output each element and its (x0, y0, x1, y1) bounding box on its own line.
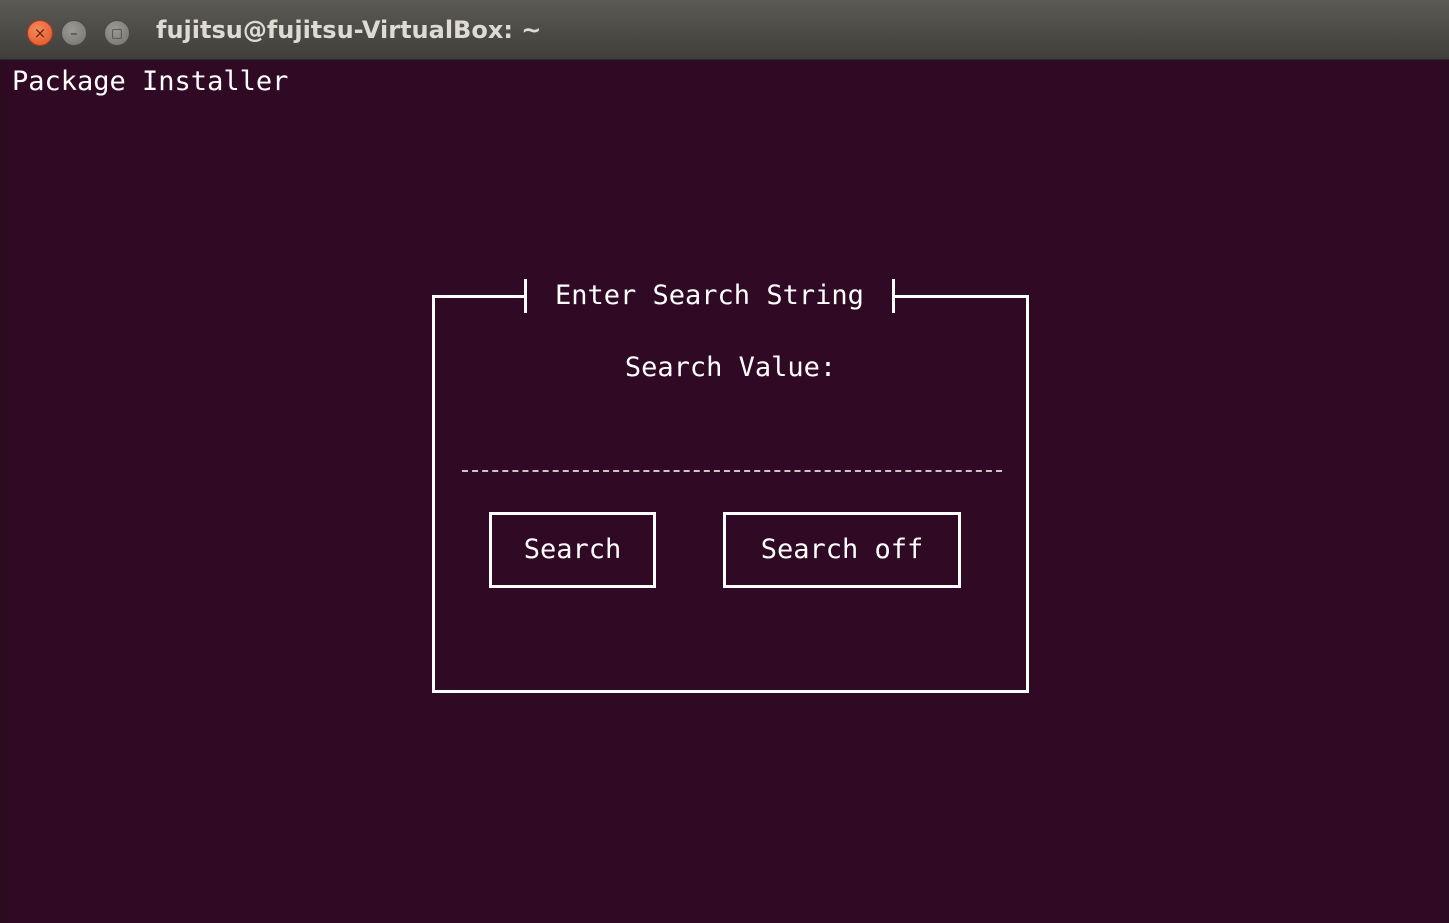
search-dialog: Enter Search String Search Value: Search… (432, 279, 1029, 693)
minimize-icon[interactable]: – (61, 20, 87, 46)
dialog-title: Enter Search String (555, 280, 864, 311)
dialog-title-frame: Enter Search String (524, 279, 895, 313)
app-title: Package Installer (12, 66, 289, 97)
window-title: fujitsu@fujitsu-VirtualBox: ~ (156, 16, 542, 44)
terminal-window: × – □ fujitsu@fujitsu-VirtualBox: ~ Pack… (0, 0, 1449, 923)
search-input[interactable] (462, 436, 1002, 472)
terminal-area[interactable]: Package Installer Enter Search String Se… (8, 60, 1441, 923)
maximize-icon[interactable]: □ (104, 20, 130, 46)
search-button[interactable]: Search (489, 512, 656, 588)
close-icon[interactable]: × (27, 20, 53, 46)
search-value-label: Search Value: (624, 352, 837, 383)
search-off-button[interactable]: Search off (723, 512, 961, 588)
window-titlebar[interactable]: × – □ fujitsu@fujitsu-VirtualBox: ~ (0, 0, 1449, 60)
